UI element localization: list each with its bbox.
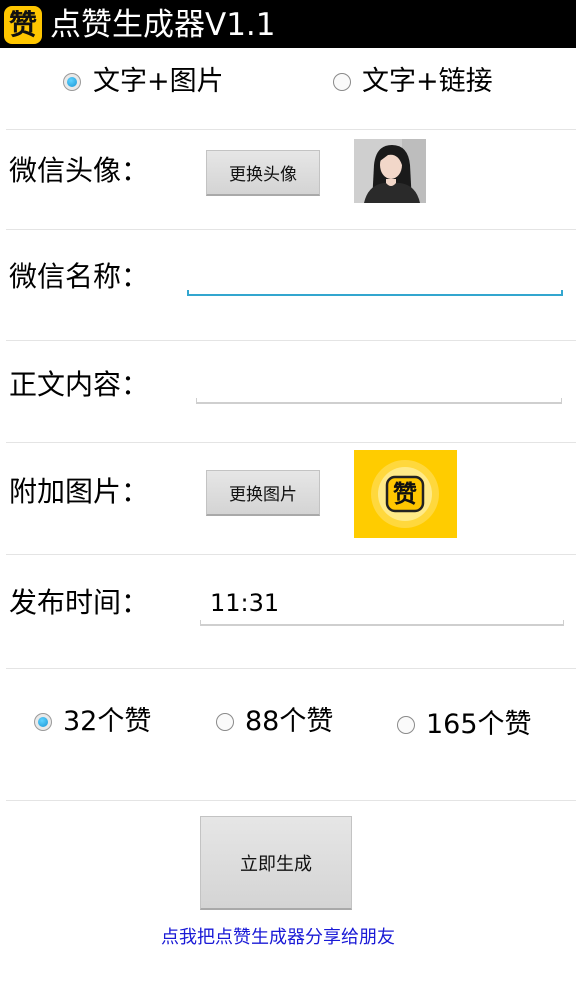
likes-165-radio[interactable] (397, 716, 415, 734)
publish-time-label: 发布时间： (9, 586, 150, 619)
likes-165-label[interactable]: 165个赞 (426, 709, 532, 741)
divider (6, 554, 576, 555)
avatar-label: 微信头像： (9, 154, 150, 187)
publish-time-value[interactable]: 11:31 (210, 588, 279, 618)
content-input[interactable] (196, 398, 562, 404)
likes-88-radio[interactable] (216, 713, 234, 731)
app-logo-icon: 赞 (4, 6, 42, 44)
app-title: 点赞生成器V1.1 (50, 7, 276, 43)
divider (6, 340, 576, 341)
attached-image[interactable]: 赞 (354, 450, 457, 538)
mode-text-link-radio[interactable] (333, 73, 351, 91)
wechat-name-input[interactable] (187, 290, 563, 296)
likes-32-radio[interactable] (34, 713, 52, 731)
generate-button[interactable]: 立即生成 (200, 816, 352, 910)
change-image-button[interactable]: 更换图片 (206, 470, 320, 516)
divider (6, 229, 576, 230)
publish-time-input[interactable] (200, 620, 564, 626)
avatar[interactable] (354, 139, 426, 203)
attach-image-label: 附加图片： (9, 475, 150, 508)
mode-text-link-label[interactable]: 文字+链接 (362, 66, 493, 98)
share-link[interactable]: 点我把点赞生成器分享给朋友 (0, 926, 556, 950)
mode-text-image-radio[interactable] (63, 73, 81, 91)
divider (6, 442, 576, 443)
change-avatar-button[interactable]: 更换头像 (206, 150, 320, 196)
content-label: 正文内容： (9, 368, 150, 401)
avatar-photo (354, 139, 426, 203)
like-badge-char: 赞 (393, 480, 417, 508)
divider (6, 129, 576, 130)
title-bar: 赞 点赞生成器V1.1 (0, 0, 576, 48)
likes-32-label[interactable]: 32个赞 (63, 706, 151, 738)
divider (6, 800, 576, 801)
mode-text-image-label[interactable]: 文字+图片 (93, 66, 224, 98)
divider (6, 668, 576, 669)
wechat-name-label: 微信名称： (9, 260, 150, 293)
likes-88-label[interactable]: 88个赞 (245, 706, 333, 738)
